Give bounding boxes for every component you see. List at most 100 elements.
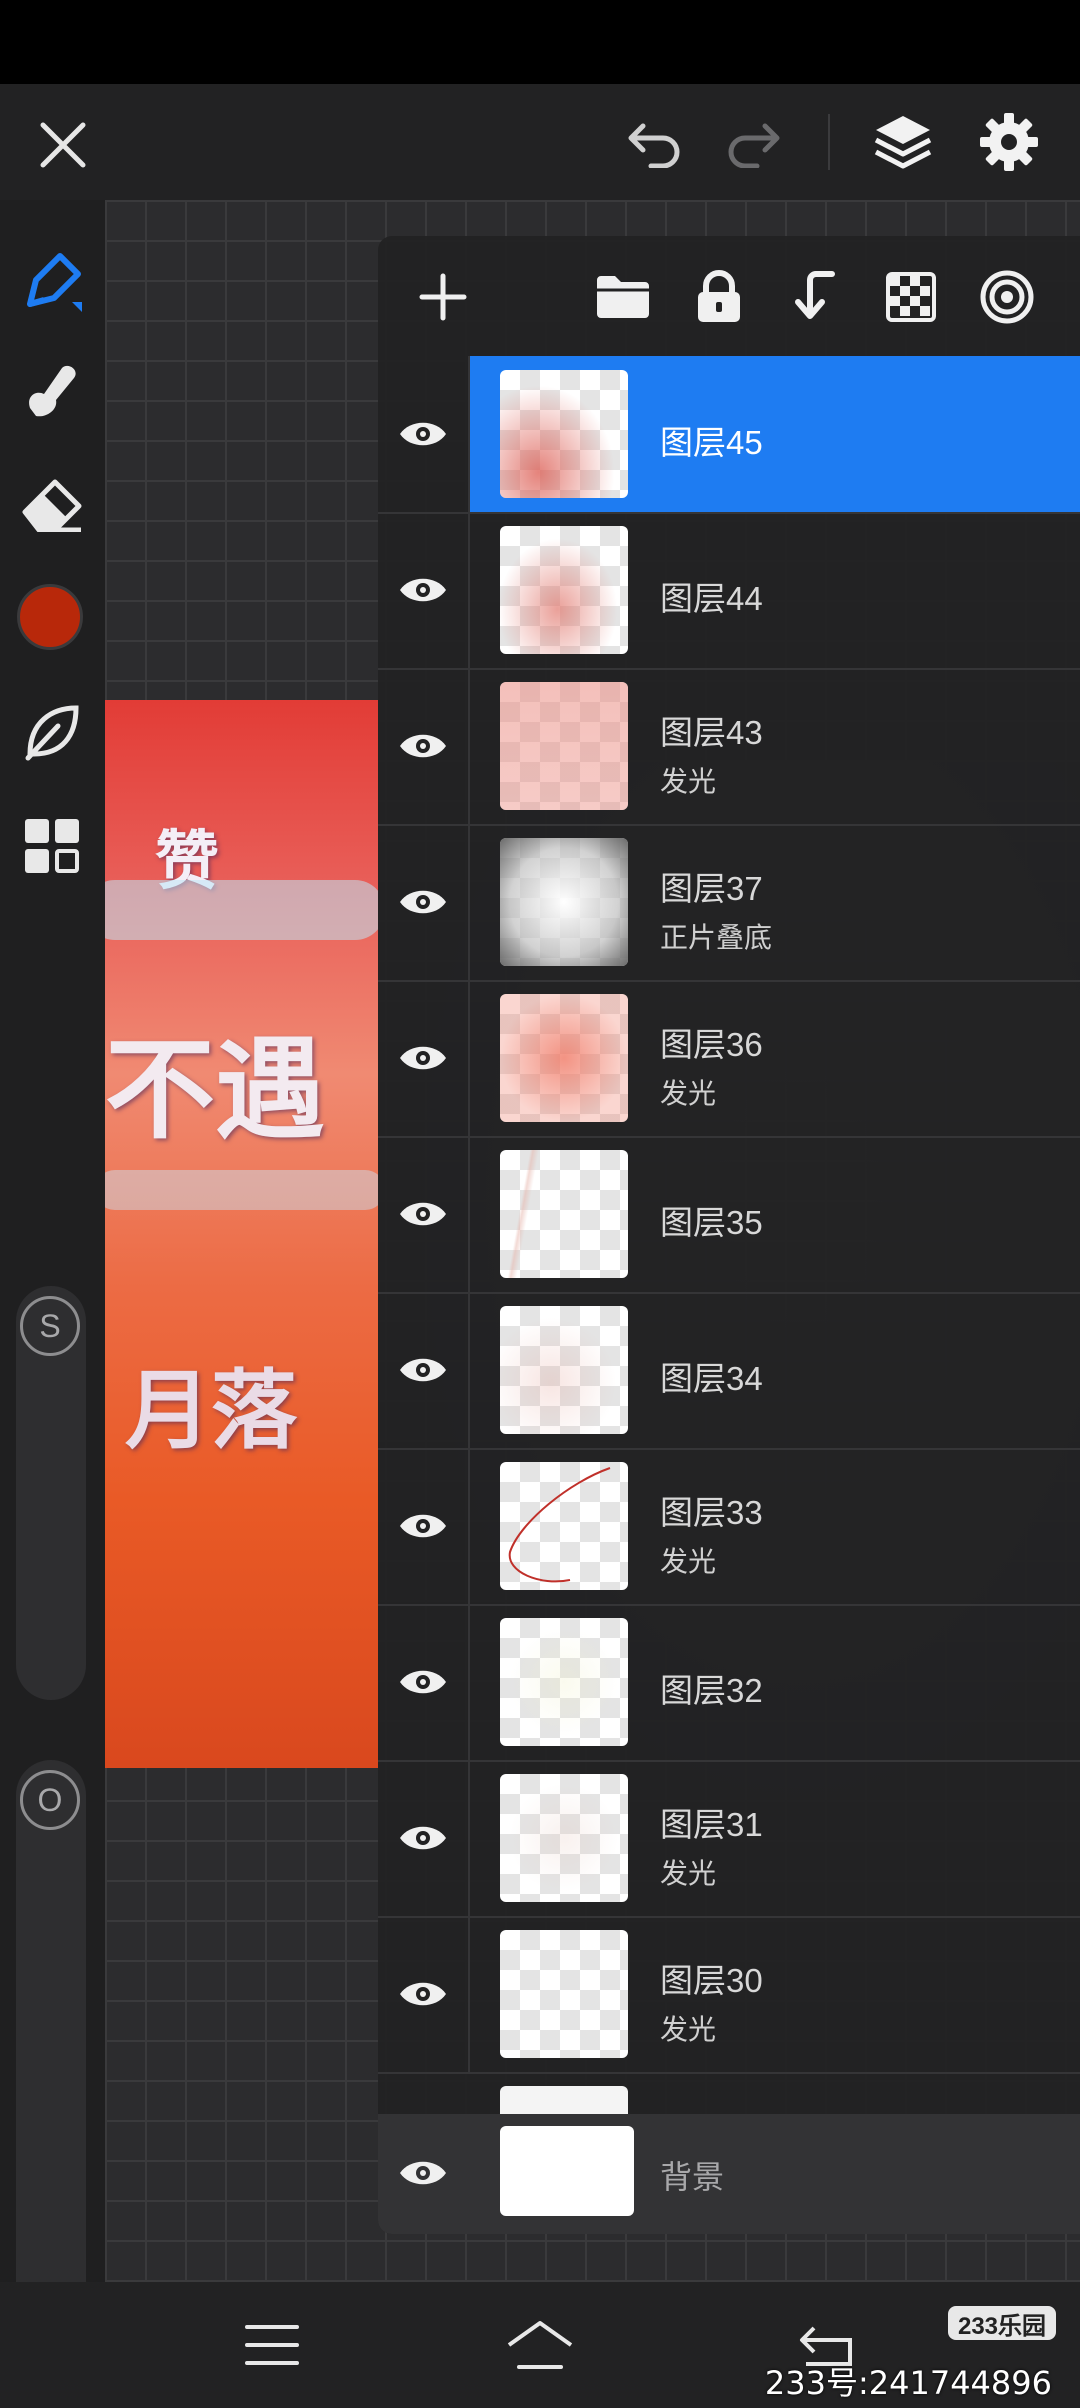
artwork-text-2: 不遇 [105,1025,325,1154]
layer-name: 图层36 [660,1026,763,1063]
left-sidebar: S O [0,200,105,2340]
layers-panel: 图层45 图层44 图层43 发光 图层37 正片叠底 图层36 发光 图层35 图层34 图层33… [378,236,1080,2234]
layer-name: 图层35 [660,1204,763,1241]
layer-row[interactable]: 图层44 [378,512,1080,670]
layer-content[interactable]: 图层36 发光 [470,980,1080,1136]
layer-thumbnail [500,370,628,498]
layer-thumbnail [500,526,628,654]
menu-icon[interactable] [232,2312,312,2378]
layer-visibility-toggle[interactable] [378,1604,470,1760]
layer-content[interactable]: 图层30 发光 [470,1916,1080,2072]
layers-toolbar [378,236,1080,356]
eye-icon[interactable] [398,1509,448,1543]
eye-icon[interactable] [398,1353,448,1387]
brush-icon[interactable] [14,244,90,320]
layer-content[interactable]: 图层33 发光 [470,1448,1080,1604]
undo-icon[interactable] [620,110,690,176]
layer-visibility-toggle[interactable] [378,1292,470,1448]
layer-thumbnail [500,1930,628,2058]
layer-blend-mode: 发光 [660,1858,717,1889]
layer-thumbnail [500,1462,628,1590]
artwork-cloud-2 [105,1170,378,1210]
eye-icon[interactable] [398,573,448,607]
opacity-slider[interactable] [16,1760,86,2340]
layer-row[interactable]: 图层36 发光 [378,980,1080,1138]
layer-row[interactable]: 图层34 [378,1292,1080,1450]
layer-row[interactable]: 图层37 正片叠底 [378,824,1080,982]
layer-visibility-toggle[interactable] [378,1448,470,1604]
layer-thumbnail [500,682,628,810]
brush-size-knob[interactable]: S [20,1296,80,1356]
watermark-logo: 233乐园 [948,2306,1056,2340]
layer-peek [500,2086,628,2114]
layer-content[interactable]: 图层34 [470,1292,1080,1448]
layer-blend-mode: 发光 [660,2014,717,2045]
layer-content[interactable]: 图层31 发光 [470,1760,1080,1916]
layer-blend-mode: 发光 [660,766,717,797]
background-thumbnail [500,2126,634,2216]
layer-row[interactable]: 图层43 发光 [378,668,1080,826]
lock-icon[interactable] [684,262,754,332]
layer-row[interactable]: 图层33 发光 [378,1448,1080,1606]
checker-icon[interactable] [876,262,946,332]
layer-visibility-toggle[interactable] [378,668,470,824]
color-swatch[interactable] [17,584,83,650]
layer-content[interactable]: 图层45 [470,356,1080,512]
close-icon[interactable] [30,112,96,178]
toolbar-divider [828,114,830,170]
smudge-icon[interactable] [14,352,90,428]
plus-icon[interactable] [408,262,478,332]
merge-down-icon[interactable] [780,262,850,332]
leaf-icon[interactable] [14,694,90,770]
layer-visibility-toggle[interactable] [378,1916,470,2072]
redo-icon[interactable] [718,110,788,176]
gear-icon[interactable] [972,106,1046,178]
target-icon[interactable] [972,262,1042,332]
watermark-text: 233号:241744896 [764,2364,1052,2402]
home-icon[interactable] [500,2310,580,2380]
layer-visibility-toggle[interactable] [378,1760,470,1916]
layer-content[interactable]: 图层44 [470,512,1080,668]
background-layer-row[interactable]: 背景 [378,2114,1080,2234]
layer-content[interactable]: 图层37 正片叠底 [470,824,1080,980]
layer-row[interactable]: 图层30 发光 [378,1916,1080,2074]
layer-blend-mode: 正片叠底 [660,922,773,953]
layer-blend-mode: 发光 [660,1078,717,1109]
layer-visibility-toggle[interactable] [378,512,470,668]
layer-name: 图层45 [660,424,763,461]
eye-icon[interactable] [388,2138,458,2208]
layer-content[interactable]: 图层32 [470,1604,1080,1760]
artwork-cloud [105,880,378,940]
grid-icon[interactable] [14,808,90,884]
eye-icon[interactable] [398,1041,448,1075]
layers-icon[interactable] [866,106,940,178]
eye-icon[interactable] [398,729,448,763]
eraser-icon[interactable] [14,466,90,542]
layer-thumbnail [500,1306,628,1434]
layer-content[interactable]: 图层35 [470,1136,1080,1292]
layer-name: 图层30 [660,1962,763,1999]
layer-row[interactable]: 图层31 发光 [378,1760,1080,1918]
layer-visibility-toggle[interactable] [378,824,470,980]
background-layer-name: 背景 [660,2159,725,2195]
artwork-text-3: 月落 [125,1360,297,1461]
eye-icon[interactable] [398,1197,448,1231]
layer-content[interactable]: 图层43 发光 [470,668,1080,824]
layer-row[interactable]: 图层35 [378,1136,1080,1294]
eye-icon[interactable] [398,1665,448,1699]
top-toolbar [0,84,1080,200]
layer-row[interactable]: 图层32 [378,1604,1080,1762]
layer-name: 图层31 [660,1806,763,1843]
layer-visibility-toggle[interactable] [378,356,470,512]
layer-thumbnail [500,994,628,1122]
layer-row[interactable]: 图层45 [378,356,1080,514]
opacity-knob[interactable]: O [20,1770,80,1830]
layer-visibility-toggle[interactable] [378,980,470,1136]
layer-name: 图层34 [660,1360,763,1397]
eye-icon[interactable] [398,417,448,451]
eye-icon[interactable] [398,1821,448,1855]
eye-icon[interactable] [398,1977,448,2011]
folder-icon[interactable] [588,262,658,332]
layer-visibility-toggle[interactable] [378,1136,470,1292]
eye-icon[interactable] [398,885,448,919]
